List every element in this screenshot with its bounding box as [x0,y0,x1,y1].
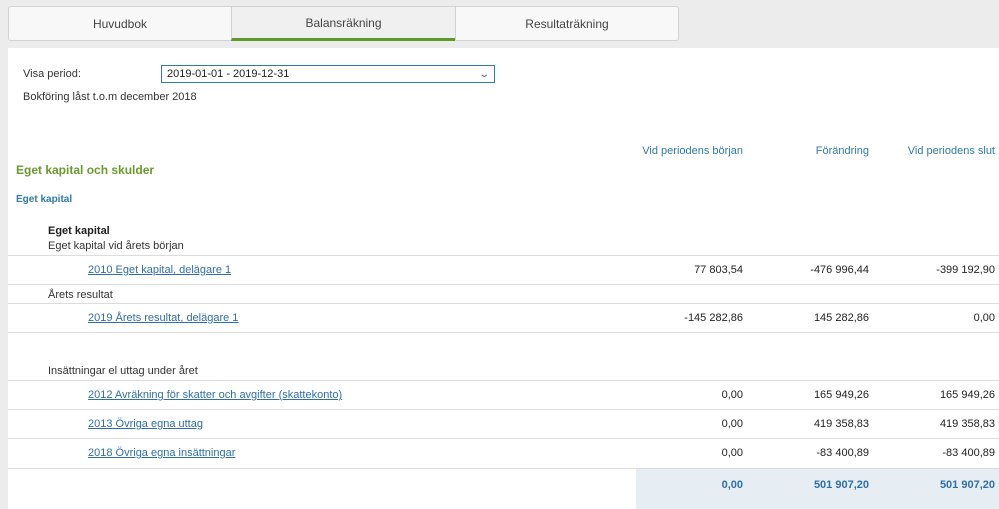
value-end: -399 192,90 [936,264,995,276]
value-change: 165 949,26 [813,389,869,401]
value-start: 0,00 [721,389,743,401]
value-change: -476 996,44 [810,264,869,276]
total-end: 501 907,20 [939,479,995,491]
column-header-start: Vid periodens början [642,145,743,157]
value-change: 419 358,83 [813,418,869,430]
value-start: 0,00 [721,418,743,430]
row-divider [8,303,999,304]
period-label: Visa period: [23,68,81,80]
tab-huvudbok[interactable]: Huvudbok [8,6,232,41]
period-select-value: 2019-01-01 - 2019-12-31 [167,68,290,80]
totals-row: 0,00 501 907,20 501 907,20 [636,469,999,509]
account-link[interactable]: 2019 Årets resultat, delägare 1 [88,312,238,324]
row-divider [8,332,999,333]
value-end: 165 949,26 [939,389,995,401]
total-start: 0,00 [721,479,743,491]
tab-bar: Huvudbok Balansräkning Resultaträkning [8,6,679,41]
value-start: -145 282,86 [684,312,743,324]
account-link[interactable]: 2013 Övriga egna uttag [88,418,203,430]
column-header-end: Vid periodens slut [907,145,995,157]
row-divider [8,380,999,381]
account-link[interactable]: 2012 Avräkning för skatter och avgifter … [88,389,342,401]
group-label: Eget kapital vid årets början [48,240,184,252]
value-change: 145 282,86 [813,312,869,324]
row-divider [8,438,999,439]
period-row: Visa period: 2019-01-01 - 2019-12-31 ⌄ [23,65,495,83]
value-end: 419 358,83 [939,418,995,430]
value-change: -83 400,89 [816,447,869,459]
account-link[interactable]: 2018 Övriga egna insättningar [88,447,235,459]
group-label: Insättningar el uttag under året [48,365,198,377]
section-title: Eget kapital och skulder [16,163,155,177]
row-divider [8,284,999,285]
locked-notice: Bokföring låst t.o.m december 2018 [23,91,197,103]
total-change: 501 907,20 [813,479,869,491]
subsection-title: Eget kapital [16,194,73,205]
row-divider [8,409,999,410]
value-start: 0,00 [721,447,743,459]
period-select[interactable]: 2019-01-01 - 2019-12-31 ⌄ [161,65,495,83]
tab-resultatrakning[interactable]: Resultaträkning [455,6,679,41]
column-header-change: Förändring [815,145,869,157]
value-end: -83 400,89 [942,447,995,459]
group-label: Årets resultat [48,289,113,301]
tab-balansrakning[interactable]: Balansräkning [231,6,456,41]
value-end: 0,00 [973,312,995,324]
account-link[interactable]: 2010 Eget kapital, delägare 1 [88,264,231,276]
report-panel: Visa period: 2019-01-01 - 2019-12-31 ⌄ B… [8,48,999,509]
group-title: Eget kapital [48,225,110,237]
chevron-down-icon: ⌄ [477,68,490,80]
value-start: 77 803,54 [694,264,743,276]
row-divider [8,255,999,256]
